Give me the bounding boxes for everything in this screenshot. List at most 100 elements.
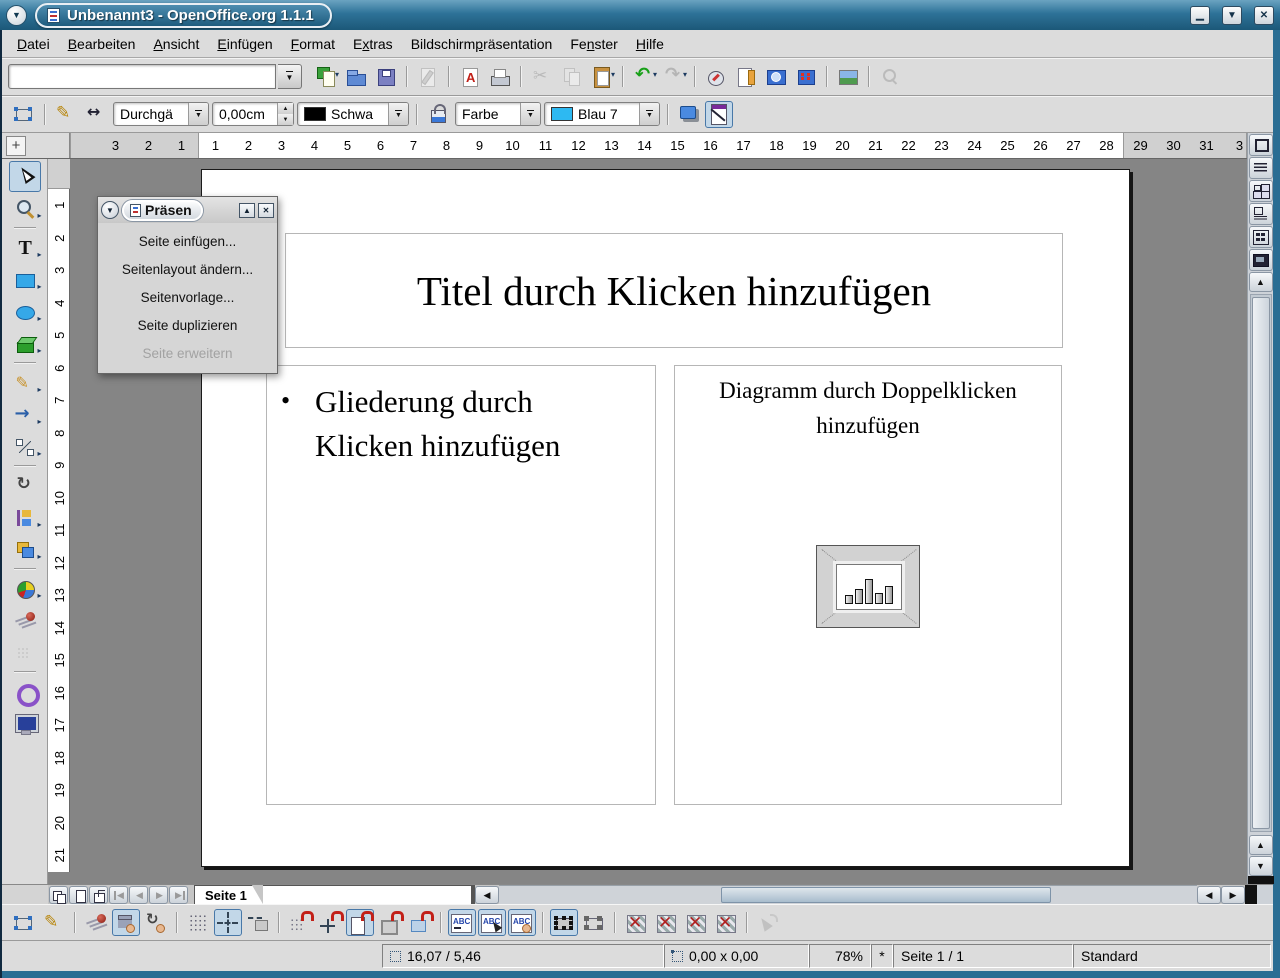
- handout-view-button[interactable]: [1249, 226, 1273, 248]
- snap-to-points-button[interactable]: [406, 909, 434, 936]
- edit-points-option-button[interactable]: [10, 909, 38, 936]
- stylist-button[interactable]: [732, 63, 760, 90]
- line-width-spinner[interactable]: 0,00cm ▲▼: [212, 102, 294, 126]
- undo-button[interactable]: [630, 63, 658, 90]
- rotation-mode-button[interactable]: [142, 909, 170, 936]
- export-pdf-button[interactable]: [456, 63, 484, 90]
- arrow-style-button[interactable]: [82, 101, 110, 128]
- title-placeholder[interactable]: Titel durch Klicken hinzufügen: [285, 233, 1063, 348]
- 3d-controller-tool-button[interactable]: [9, 676, 41, 707]
- insert-image-button[interactable]: [834, 63, 862, 90]
- line-style-dropdown-button[interactable]: [188, 103, 208, 125]
- print-file-button[interactable]: [486, 63, 514, 90]
- drawing-view-button[interactable]: [1249, 134, 1273, 156]
- slide-design-button[interactable]: [705, 101, 733, 128]
- presentation-tool-button[interactable]: [9, 708, 41, 739]
- scroll-up-button-bottom[interactable]: [1249, 835, 1273, 855]
- rectangle-tool-button[interactable]: [9, 264, 41, 295]
- scroll-down-button[interactable]: [1249, 856, 1273, 876]
- rotate-tool-button[interactable]: [9, 470, 41, 501]
- seite-duplizieren-item[interactable]: Seite duplizieren: [98, 311, 277, 339]
- allow-interaction-button[interactable]: [112, 909, 140, 936]
- double-click-text-button[interactable]: [508, 909, 536, 936]
- menu-datei[interactable]: Datei: [8, 33, 59, 55]
- effects-tool-button[interactable]: [9, 605, 41, 636]
- snap-to-frame-button[interactable]: [376, 909, 404, 936]
- menu-format[interactable]: Format: [282, 33, 344, 55]
- horizontal-scrollbar-track[interactable]: [499, 885, 1197, 904]
- line-arrow-tool-button[interactable]: [9, 399, 41, 430]
- 3d-object-tool-button[interactable]: [9, 328, 41, 359]
- fill-can-button[interactable]: [424, 101, 452, 128]
- seitenlayout-aendern-item[interactable]: Seitenlayout ändern...: [98, 255, 277, 283]
- slides-view-button[interactable]: [1249, 180, 1273, 202]
- large-handles-button[interactable]: [580, 909, 608, 936]
- notes-view-button[interactable]: [1249, 203, 1273, 225]
- fill-type-dropdown-button[interactable]: [520, 103, 540, 125]
- show-helplines-button[interactable]: [214, 909, 242, 936]
- horizontal-scrollbar-thumb[interactable]: [721, 887, 1051, 903]
- page-tab-seite-1[interactable]: Seite 1: [194, 885, 263, 904]
- text-placeholder-button[interactable]: [682, 909, 710, 936]
- line-style-combo[interactable]: Durchgä: [113, 102, 209, 126]
- palette-titlebar[interactable]: ▼ Präsen ▲ ✕: [98, 197, 277, 223]
- line-pen-option-button[interactable]: [40, 909, 68, 936]
- close-button[interactable]: ✕: [1254, 6, 1274, 25]
- edit-points-button[interactable]: [10, 101, 38, 128]
- layer-mode-button[interactable]: [89, 886, 108, 904]
- paste-button[interactable]: [588, 63, 616, 90]
- chart-placeholder-frame[interactable]: [816, 545, 920, 628]
- zoom-page-button[interactable]: [792, 63, 820, 90]
- snap-to-margins-button[interactable]: [346, 909, 374, 936]
- picture-placeholder-button[interactable]: [622, 909, 650, 936]
- hscroll-right-button[interactable]: [1221, 886, 1245, 904]
- open-document-button[interactable]: [342, 63, 370, 90]
- menu-ansicht[interactable]: Ansicht: [144, 33, 208, 55]
- menu-bildschirmpraesentation[interactable]: Bildschirmpräsentation: [402, 33, 562, 55]
- url-dropdown-button[interactable]: [278, 64, 302, 89]
- gallery-button[interactable]: [762, 63, 790, 90]
- snap-to-helplines-button[interactable]: [316, 909, 344, 936]
- start-presentation-button[interactable]: [1249, 249, 1273, 271]
- chart-placeholder[interactable]: Diagramm durch Doppelklicken hinzufügen: [674, 365, 1062, 805]
- url-combobox[interactable]: [8, 64, 276, 89]
- line-pen-button[interactable]: [52, 101, 80, 128]
- object-placeholder-button[interactable]: [712, 909, 740, 936]
- connector-tool-button[interactable]: [9, 431, 41, 462]
- maximize-button[interactable]: ▼: [1222, 6, 1242, 25]
- palette-rollup-button[interactable]: ▲: [239, 203, 255, 218]
- quick-edit-text-button[interactable]: [448, 909, 476, 936]
- shadow-button[interactable]: [675, 101, 703, 128]
- palette-menu-button[interactable]: ▼: [101, 201, 119, 219]
- page-style-field[interactable]: Standard: [1073, 944, 1271, 968]
- outline-placeholder[interactable]: •Gliederung durch Klicken hinzufügen: [266, 365, 656, 805]
- select-tool-button[interactable]: [9, 161, 41, 192]
- system-menu-button[interactable]: ▼: [6, 5, 27, 26]
- vertical-scrollbar-track[interactable]: [1250, 294, 1272, 832]
- seite-einfuegen-item[interactable]: Seite einfügen...: [98, 227, 277, 255]
- save-document-button[interactable]: [372, 63, 400, 90]
- url-field[interactable]: [13, 65, 271, 88]
- show-grid-button[interactable]: [184, 909, 212, 936]
- minimize-button[interactable]: ▁: [1190, 6, 1210, 25]
- menu-fenster[interactable]: Fenster: [561, 33, 626, 55]
- seitenvorlage-item[interactable]: Seitenvorlage...: [98, 283, 277, 311]
- line-color-combo[interactable]: Schwa: [297, 102, 409, 126]
- line-color-dropdown-button[interactable]: [388, 103, 408, 125]
- fill-type-combo[interactable]: Farbe: [455, 102, 541, 126]
- palette-close-button[interactable]: ✕: [258, 203, 274, 218]
- text-tool-button[interactable]: [9, 232, 41, 263]
- zoom-level-field[interactable]: 78%: [809, 944, 871, 968]
- menu-einfuegen[interactable]: Einfügen: [208, 33, 281, 55]
- select-text-area-button[interactable]: [478, 909, 506, 936]
- fill-color-combo[interactable]: Blau 7: [544, 102, 660, 126]
- allow-effects-button[interactable]: [82, 909, 110, 936]
- new-document-button[interactable]: [312, 63, 340, 90]
- ellipse-tool-button[interactable]: [9, 296, 41, 327]
- scroll-up-button[interactable]: [1249, 272, 1273, 292]
- page-mode-button[interactable]: [49, 886, 68, 904]
- curve-tool-button[interactable]: [9, 367, 41, 398]
- menu-extras[interactable]: Extras: [344, 33, 402, 55]
- insert-tool-button[interactable]: [9, 573, 41, 604]
- hscroll-left-button-2[interactable]: [1197, 886, 1221, 904]
